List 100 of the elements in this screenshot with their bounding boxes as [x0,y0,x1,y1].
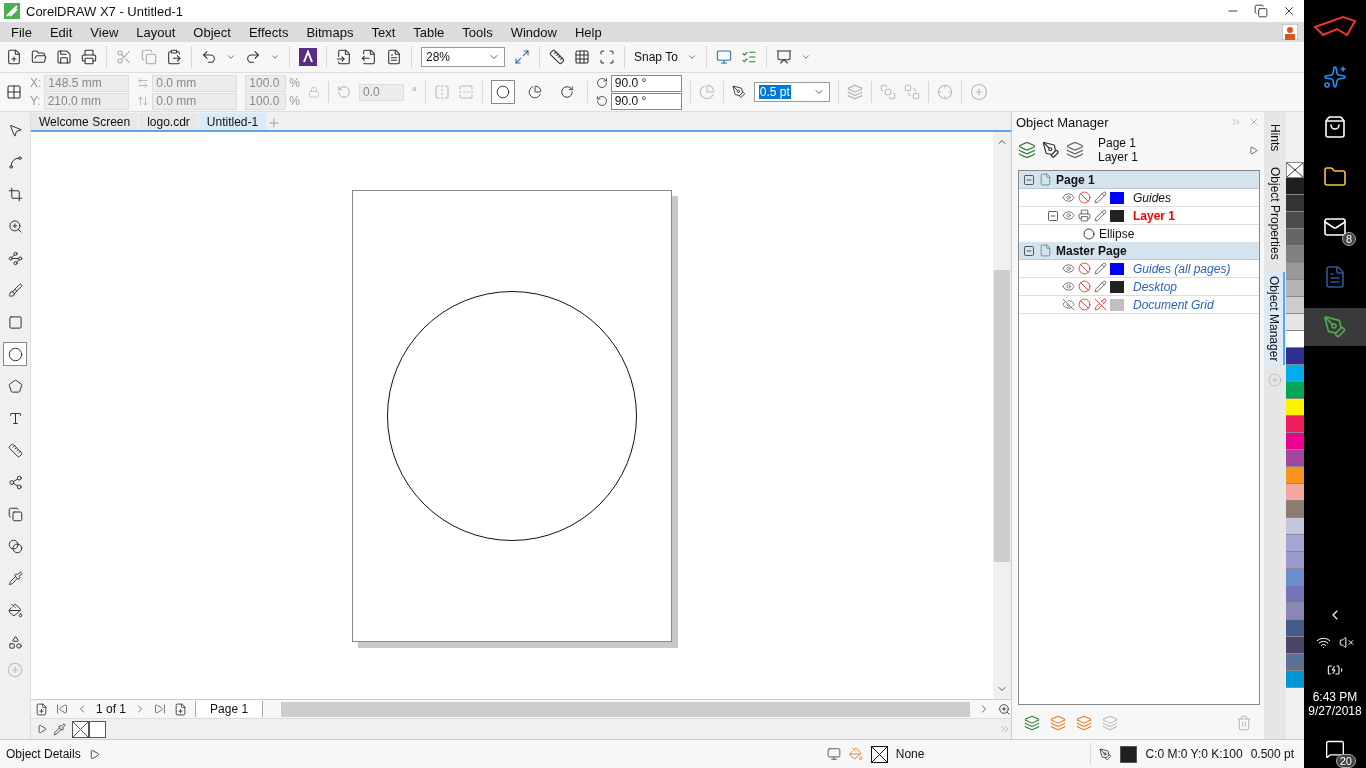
palette-swatch[interactable] [1286,467,1304,484]
no-color-swatch[interactable] [72,720,89,738]
menu-item[interactable]: Text [362,24,405,40]
add-page-icon[interactable] [35,702,48,716]
palette-swatch[interactable] [1286,365,1304,382]
collapse-toggle-icon[interactable] [1023,244,1035,257]
palette-swatch[interactable] [1286,212,1304,229]
close-icon[interactable] [1282,4,1296,18]
palette-swatch[interactable] [1286,178,1304,195]
folder-icon[interactable] [1323,165,1347,189]
pencil-icon[interactable] [1094,280,1107,293]
layer-color-swatch[interactable] [1110,262,1124,275]
menu-item[interactable]: View [81,24,128,40]
notifications-icon[interactable] [1325,739,1345,759]
drawing-app-icon[interactable] [1323,315,1347,339]
zoom-icon[interactable] [998,702,1011,716]
layer-name[interactable]: Guides [1133,190,1172,205]
palette-swatch[interactable] [1286,501,1304,518]
palette-swatch[interactable] [1286,586,1304,603]
palette-swatch[interactable] [1286,195,1304,212]
user-icon[interactable] [1282,24,1298,40]
restore-icon[interactable] [1254,4,1268,18]
palette-swatch[interactable] [1286,603,1304,620]
layer-color-swatch[interactable] [1110,191,1124,204]
page-tab[interactable]: Page 1 [195,701,264,717]
no-print-icon[interactable] [1078,298,1091,311]
new-master-layer-odd-icon[interactable] [1076,715,1092,731]
clock-date[interactable]: 9/27/2018 [1308,704,1362,718]
layer-color-swatch[interactable] [1110,280,1124,293]
palette-swatch[interactable] [1286,297,1304,314]
document-tab[interactable]: logo.cdr [139,113,198,130]
rulers-icon[interactable] [549,49,565,65]
no-print-icon[interactable] [1078,262,1091,275]
palette-swatch[interactable] [1286,382,1304,399]
menu-item[interactable]: Tools [453,24,502,40]
export-icon[interactable] [361,49,377,65]
no-color-swatch[interactable] [1286,162,1304,178]
word-document-icon[interactable] [1323,265,1347,289]
docker-tab[interactable]: Hints [1266,120,1284,156]
menu-item[interactable]: Layout [127,24,185,40]
palette-swatch[interactable] [1286,569,1304,586]
layers-icon[interactable] [1018,141,1036,159]
color-proof-icon[interactable] [826,747,841,761]
import-icon[interactable] [336,49,352,65]
eye-icon[interactable] [1062,280,1075,293]
snap-to-menu[interactable]: Snap To [634,50,678,64]
caret-icon[interactable] [686,52,697,62]
outline-pen-icon[interactable] [1099,747,1113,761]
eye-icon[interactable] [1062,191,1075,204]
clock-time[interactable]: 6:43 PM [1312,690,1358,704]
grid-icon[interactable] [574,49,590,65]
palette-swatch[interactable] [1286,518,1304,535]
document-tab[interactable]: Welcome Screen [31,113,139,130]
page-name[interactable]: Page 1 [1056,172,1095,187]
menu-item[interactable]: Object [184,24,240,40]
menu-item[interactable]: Table [404,24,454,40]
layer-name[interactable]: Layer 1 [1133,208,1176,223]
pen-nib-icon[interactable] [731,85,746,99]
pencil-icon[interactable] [1094,191,1107,204]
palette-swatch[interactable] [1286,484,1304,501]
print-icon[interactable] [81,49,97,65]
reference-point-icon[interactable] [6,84,22,100]
wifi-icon[interactable] [1316,635,1331,650]
eye-off-icon[interactable] [1062,298,1075,311]
muted-speaker-icon[interactable] [1339,635,1354,650]
palette-swatch[interactable] [1286,433,1304,450]
docker-tab[interactable]: Object Properties [1266,163,1284,265]
empty-swatch[interactable] [89,720,106,738]
expand-icon[interactable] [88,748,100,760]
battery-icon[interactable] [1327,662,1343,678]
open-folder-icon[interactable] [31,49,47,65]
palette-swatch[interactable] [1286,263,1304,280]
layer-manager-icon[interactable] [1066,141,1084,159]
ellipse-mode-button[interactable] [490,80,515,104]
object-name[interactable]: Ellipse [1099,226,1135,241]
redo-icon[interactable] [245,49,261,65]
pdf-icon[interactable] [386,49,402,65]
no-print-icon[interactable] [1078,191,1091,204]
layer-name[interactable]: Document Grid [1133,297,1214,312]
palette-swatch[interactable] [1286,620,1304,637]
layer-color-swatch[interactable] [1110,209,1124,222]
palette-swatch[interactable] [1286,552,1304,569]
first-page-icon[interactable] [56,703,68,715]
menu-item[interactable]: Help [565,24,611,40]
zoom-dropdown[interactable]: 28% [421,47,505,67]
scrollbar-thumb[interactable] [994,269,1010,562]
paste-icon[interactable] [166,49,182,65]
collapse-toggle-icon[interactable] [1047,209,1059,222]
pencil-icon[interactable] [1094,209,1107,222]
outline-width-dropdown[interactable]: 0.5 pt [753,82,830,102]
collapse-toggle-icon[interactable] [1023,173,1035,186]
no-print-icon[interactable] [1078,280,1091,293]
add-page-icon[interactable] [174,702,188,716]
expand-icon[interactable] [37,724,47,734]
palette-swatch[interactable] [1286,654,1304,671]
eye-icon[interactable] [1062,262,1075,275]
start-angle-field[interactable]: 90.0 ° [610,74,682,92]
layer-name[interactable]: Desktop [1133,279,1178,294]
menu-item[interactable]: Bitmaps [297,24,363,40]
menu-item[interactable]: Window [501,24,566,40]
